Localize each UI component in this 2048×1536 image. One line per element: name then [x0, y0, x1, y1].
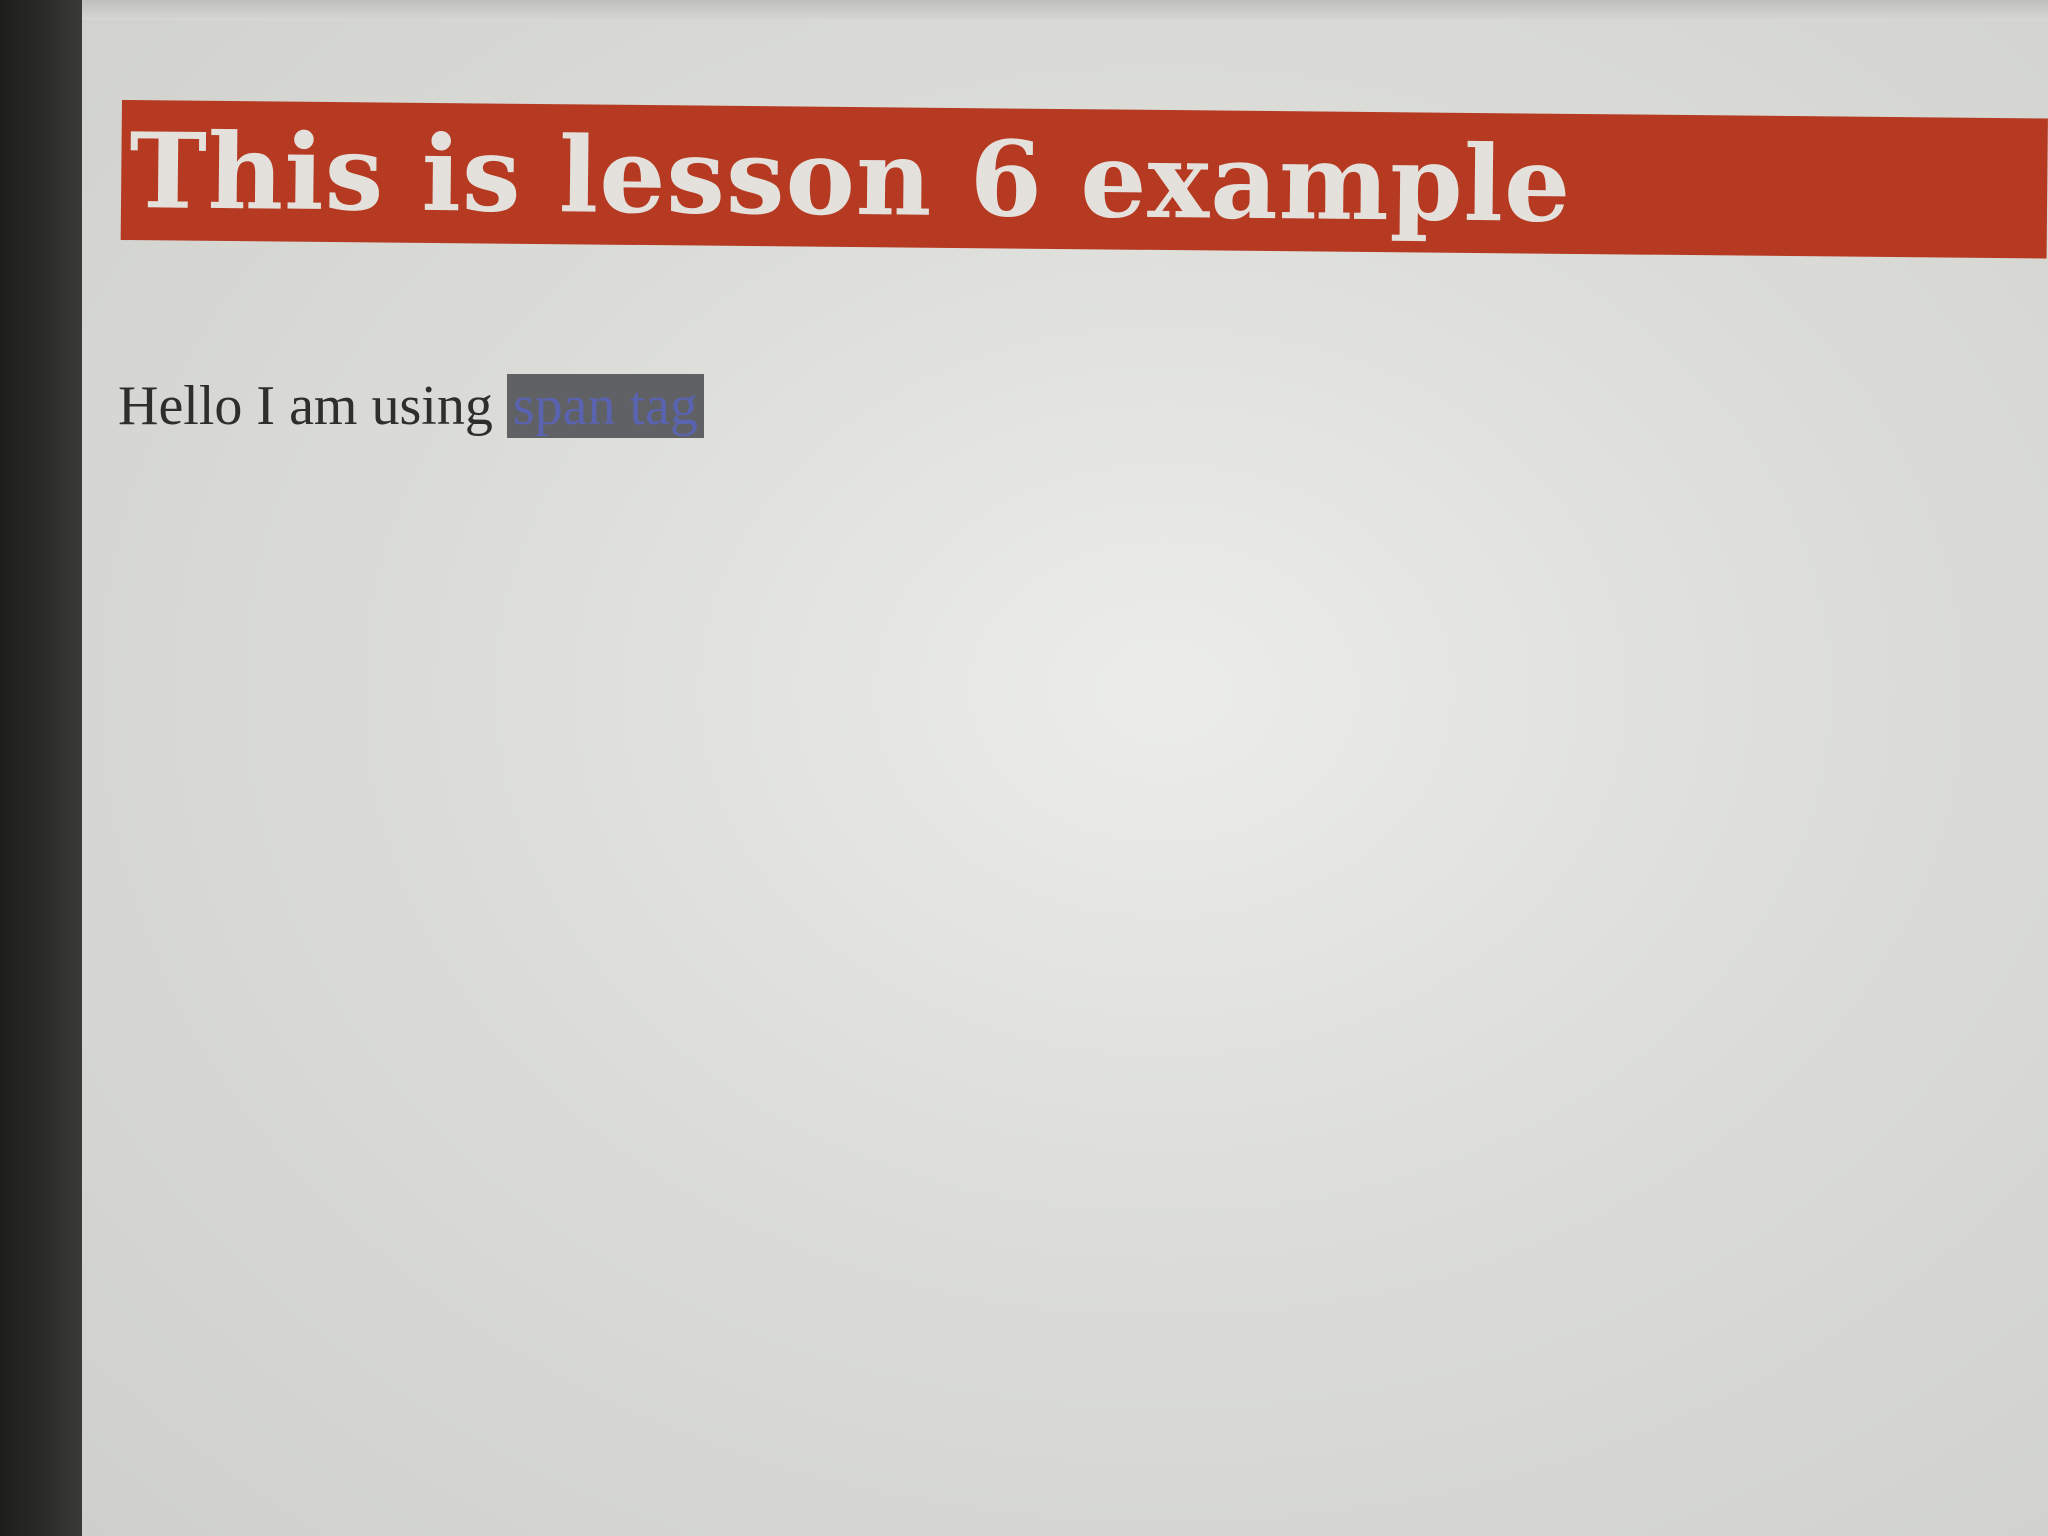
paragraph-text: Hello I am using [118, 375, 493, 437]
body-paragraph: Hello I am using span tag [118, 374, 704, 438]
monitor-bezel [0, 0, 82, 1536]
highlighted-span: span tag [506, 374, 704, 438]
heading-banner: This is lesson 6 example [120, 100, 2048, 259]
page-heading: This is lesson 6 example [128, 108, 1572, 246]
browser-top-edge [82, 0, 2048, 20]
browser-viewport: This is lesson 6 example Hello I am usin… [82, 0, 2048, 1536]
